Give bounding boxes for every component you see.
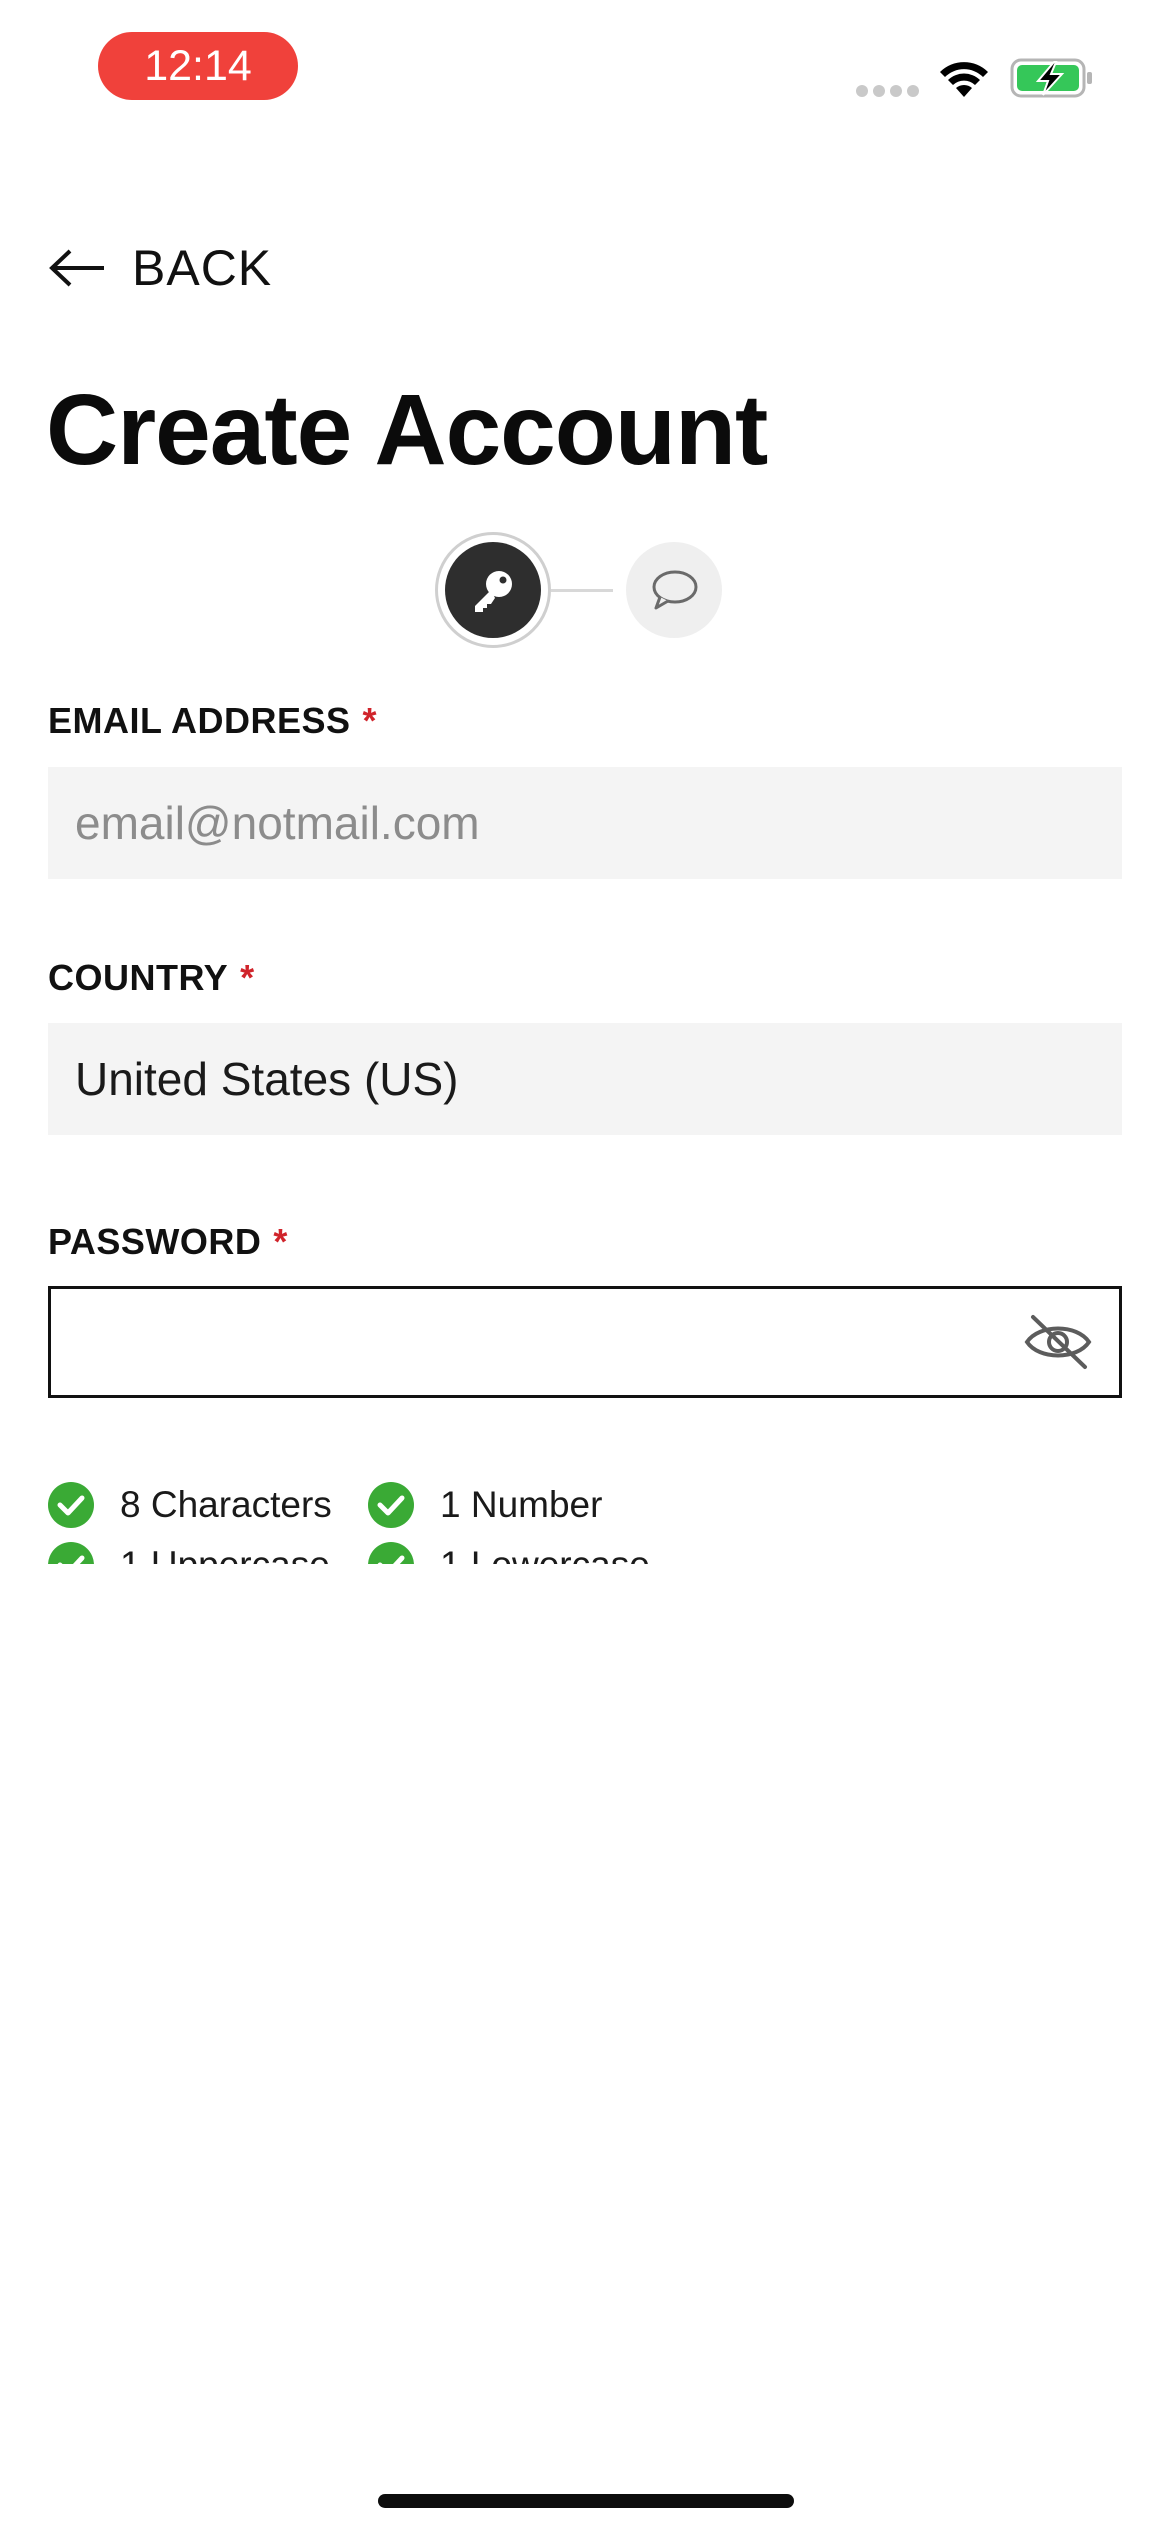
country-select[interactable]: United States (US) <box>48 1023 1122 1135</box>
wifi-icon <box>940 62 988 97</box>
back-button[interactable]: BACK <box>48 240 272 296</box>
requirement-lowercase: 1 Lowercase <box>368 1540 650 1564</box>
status-bar: 12:14 <box>0 0 1170 140</box>
password-label-text: PASSWORD <box>48 1221 262 1262</box>
country-label-text: COUNTRY <box>48 957 229 998</box>
requirement-label: 1 Lowercase <box>440 1544 650 1564</box>
key-icon <box>475 571 512 612</box>
requirement-uppercase: 1 Uppercase <box>48 1540 330 1564</box>
email-label: EMAIL ADDRESS * <box>48 700 377 742</box>
check-circle-icon <box>368 1542 414 1564</box>
eye-off-icon[interactable] <box>1021 1311 1095 1373</box>
requirements-overflow: 1 Uppercase 1 Lowercase <box>0 1480 1170 1564</box>
page-title: Create Account <box>46 374 768 486</box>
home-indicator[interactable] <box>378 2494 794 2508</box>
battery-charging-icon <box>1010 58 1092 98</box>
progress-stepper <box>435 532 725 656</box>
cellular-signal-icon <box>856 85 919 97</box>
step-credentials[interactable] <box>435 532 551 648</box>
required-mark: * <box>240 957 255 998</box>
step-communication[interactable] <box>626 542 722 638</box>
email-placeholder: email@notmail.com <box>75 797 480 849</box>
arrow-left-icon <box>49 249 104 287</box>
password-field[interactable] <box>48 1286 1122 1398</box>
email-field[interactable]: email@notmail.com <box>48 767 1122 879</box>
status-time: 12:14 <box>98 32 298 100</box>
chat-bubble-icon <box>652 570 698 610</box>
step-connector <box>551 589 613 592</box>
country-label: COUNTRY * <box>48 957 255 999</box>
check-circle-icon <box>48 1542 94 1564</box>
password-label: PASSWORD * <box>48 1221 288 1263</box>
country-value: United States (US) <box>75 1053 459 1105</box>
back-label: BACK <box>132 240 273 296</box>
requirement-label: 1 Uppercase <box>120 1544 330 1564</box>
required-mark: * <box>362 700 378 741</box>
required-mark: * <box>273 1221 288 1262</box>
email-label-text: EMAIL ADDRESS <box>48 700 351 741</box>
